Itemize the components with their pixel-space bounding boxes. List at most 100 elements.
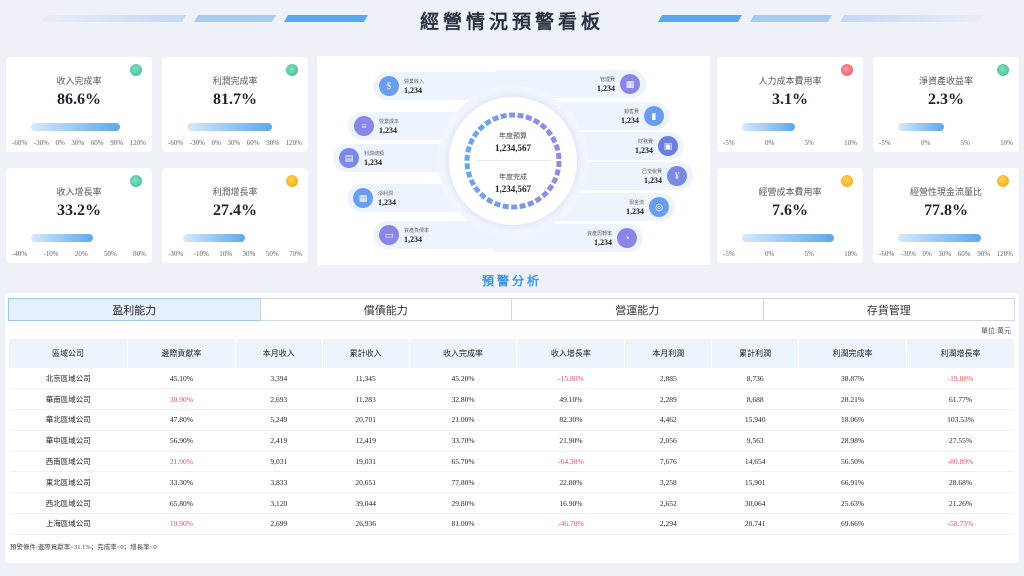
warning-footnote: 預警條件:邊際貢獻率<31.1%；完成率<0；增長率<0	[10, 544, 157, 551]
column-header: 本月利潤	[624, 339, 713, 368]
progress-ring	[464, 112, 562, 210]
kpi-tick-label: 10%	[844, 139, 857, 147]
table-cell: 26,936	[322, 513, 410, 535]
summary-item-label: 巳交稅費	[641, 169, 662, 175]
tab-1[interactable]: 償債能力	[259, 298, 512, 321]
completed-label: 年度完成	[499, 173, 527, 181]
kpi-tick-label: -60%	[168, 139, 184, 147]
data-table: 區域公司 邊際貢獻率 本月收入 累計收入 收入完成率 收入增長率 本月利潤 累計利潤 利潤完成率…	[9, 339, 1015, 535]
kpi-tick-label: -5%	[723, 139, 735, 147]
column-header: 利潤完成率	[798, 339, 907, 368]
table-cell: 56.90%	[127, 430, 236, 452]
table-cell: 9,563	[711, 430, 799, 452]
table-cell: 19.90%	[127, 513, 236, 535]
completed-value: 1,234,567	[495, 184, 531, 194]
kpi-axis-ticks: -60% -30% 0% 30% 60% 90% 120%	[168, 139, 302, 147]
kpi-progress-track	[170, 234, 300, 242]
table-cell: 69.66%	[798, 513, 907, 535]
tab-3[interactable]: 存貨管理	[762, 298, 1015, 321]
table-cell: 上海區域公司	[9, 513, 128, 535]
kpi-value: 86.6%	[57, 91, 101, 108]
summary-item-label: 營業收入	[404, 79, 425, 85]
header-decoration	[657, 15, 743, 22]
kpi-progress-track	[881, 234, 1011, 242]
kpi-progress-bar	[898, 123, 945, 131]
kpi-card[interactable]: 收入完成率 86.6% -60% -30% 0% 30% 60% 90% 120%	[6, 57, 152, 152]
kpi-card[interactable]: 收入增長率 33.2% -40% -10% 20% 50% 80%	[6, 168, 152, 263]
table-cell: 45.20%	[409, 368, 517, 390]
table-cell: 14,654	[711, 451, 799, 473]
kpi-axis-ticks: -5% 0% 5% 10%	[723, 250, 857, 258]
table-row[interactable]: 西南區域公司 21.90% 9,031 19,031 65.70% -64.30% 7,67…	[9, 451, 1015, 473]
kpi-tick-label: 80%	[133, 250, 146, 258]
money-bag-icon: $	[379, 76, 399, 96]
table-cell: 21.26%	[906, 492, 1015, 515]
table-cell: 2,294	[624, 513, 712, 535]
kpi-card[interactable]: 人力成本費用率 3.1% -5% 0% 5% 10%	[717, 57, 863, 152]
table-cell: -58.75%	[906, 513, 1015, 535]
table-cell: 5,249	[235, 409, 323, 431]
tab-0[interactable]: 盈利能力	[8, 298, 261, 321]
summary-item-label: 銷售費	[623, 109, 639, 115]
table-row[interactable]: 北京區域公司 45.10% 3,394 11,345 45.20% -15.80% 2,88…	[9, 368, 1015, 390]
kpi-tick-label: 0%	[920, 139, 931, 147]
kpi-card[interactable]: 淨資產收益率 2.3% -5% 0% 5% 10%	[873, 57, 1019, 152]
summary-item-label: 利潤總額	[364, 151, 385, 157]
table-cell: 華北區域公司	[9, 409, 128, 431]
kpi-axis-ticks: -60% -30% 0% 30% 60% 90% 120%	[879, 250, 1013, 258]
summary-item-label: 管理費	[599, 77, 615, 83]
kpi-tick-label: -5%	[723, 250, 735, 258]
kpi-tick-label: 70%	[289, 250, 302, 258]
table-cell: 22.80%	[516, 471, 625, 494]
table-cell: 4,462	[624, 409, 712, 431]
kpi-tick-label: -30%	[900, 250, 916, 258]
kpi-axis-ticks: -60% -30% 0% 30% 60% 90% 120%	[12, 139, 146, 147]
kpi-tick-label: -60%	[12, 139, 28, 147]
table-cell: 30.90%	[127, 388, 236, 411]
table-cell: 65.80%	[127, 492, 236, 515]
table-row[interactable]: 東北區域公司 33.30% 3,833 20,651 77.80% 22.80% 3,258…	[9, 471, 1015, 494]
table-cell: 11,283	[322, 388, 410, 411]
kpi-progress-track	[14, 234, 144, 242]
kpi-progress-track	[14, 123, 144, 131]
kpi-card[interactable]: 經營成本費用率 7.6% -5% 0% 5% 10%	[717, 168, 863, 263]
table-row[interactable]: 華北區域公司 47.80% 5,249 20,701 21.00% 82.30% 4,462…	[9, 409, 1015, 431]
section-title: 預警分析	[481, 274, 542, 288]
table-cell: 2,289	[624, 388, 712, 411]
summary-item-value: 1,234	[404, 86, 422, 95]
kpi-value: 27.4%	[213, 202, 257, 219]
card-icon: ▭	[379, 225, 399, 245]
column-header: 區域公司	[9, 339, 128, 368]
table-cell: 西北區域公司	[9, 492, 128, 515]
kpi-card[interactable]: 經營性現金流量比 77.8% -60% -30% 0% 30% 60% 90% 120%	[873, 168, 1019, 263]
table-cell: 27.55%	[906, 430, 1015, 452]
kpi-tick-label: -30%	[168, 250, 184, 258]
table-cell: 47.80%	[127, 409, 236, 431]
table-cell: 20,741	[711, 513, 799, 535]
kpi-progress-bar	[742, 234, 835, 242]
table-row[interactable]: 華中區域公司 56.90% 2,419 12,419 33.70% 21.90% 2,056…	[9, 430, 1015, 452]
summary-item-label: 現金流	[628, 200, 644, 206]
kpi-tick-label: 0%	[764, 250, 775, 258]
kpi-card[interactable]: 利潤完成率 81.7% -60% -30% 0% 30% 60% 90% 120%	[162, 57, 308, 152]
kpi-value: 33.2%	[57, 202, 101, 219]
tab-2[interactable]: 營運能力	[511, 298, 764, 321]
kpi-value: 2.3%	[928, 91, 964, 108]
unit-label: 單位:萬元	[981, 327, 1011, 335]
header: 經營情況預警看板	[0, 0, 1024, 38]
summary-item-label: 財務費	[637, 139, 653, 145]
status-dot-icon	[841, 175, 853, 187]
status-dot-icon	[130, 175, 142, 187]
kpi-axis-ticks: -40% -10% 20% 50% 80%	[12, 250, 146, 258]
table-cell: 25.63%	[798, 492, 907, 515]
table-row[interactable]: 華南區域公司 30.90% 2,693 11,283 32.80% 49.10% 2,289…	[9, 388, 1015, 411]
table-cell: 21.90%	[516, 430, 625, 452]
table-cell: 18.06%	[798, 409, 907, 431]
table-row[interactable]: 西北區域公司 65.80% 3,120 39,044 29.80% 16.90% 2,652…	[9, 492, 1015, 515]
kpi-label: 利潤完成率	[212, 76, 258, 86]
kpi-card[interactable]: 利潤增長率 27.4% -30% -10% 10% 30% 50% 70%	[162, 168, 308, 263]
tax-icon: ¥	[667, 166, 687, 186]
table-row[interactable]: 上海區域公司 19.90% 2,699 26,936 81.00% -46.70% 2,29…	[9, 513, 1015, 535]
kpi-tick-label: -30%	[189, 139, 205, 147]
kpi-progress-track	[881, 123, 1011, 131]
